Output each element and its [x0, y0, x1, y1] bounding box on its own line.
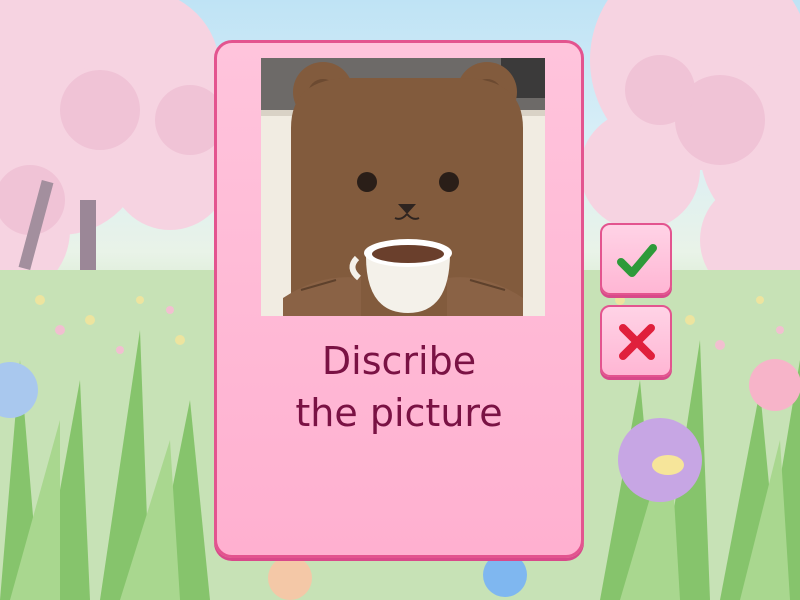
check-icon — [617, 244, 657, 277]
close-icon — [619, 324, 655, 360]
bear-with-coffee-illustration — [261, 58, 545, 316]
wrong-button[interactable] — [600, 305, 672, 377]
card-prompt-line-2: the picture — [295, 391, 503, 435]
card-picture — [261, 58, 545, 316]
card-prompt: Discribe the picture — [217, 335, 581, 439]
correct-button[interactable] — [600, 223, 672, 295]
card-prompt-line-1: Discribe — [321, 339, 477, 383]
picture-card: Discribe the picture — [214, 40, 584, 558]
